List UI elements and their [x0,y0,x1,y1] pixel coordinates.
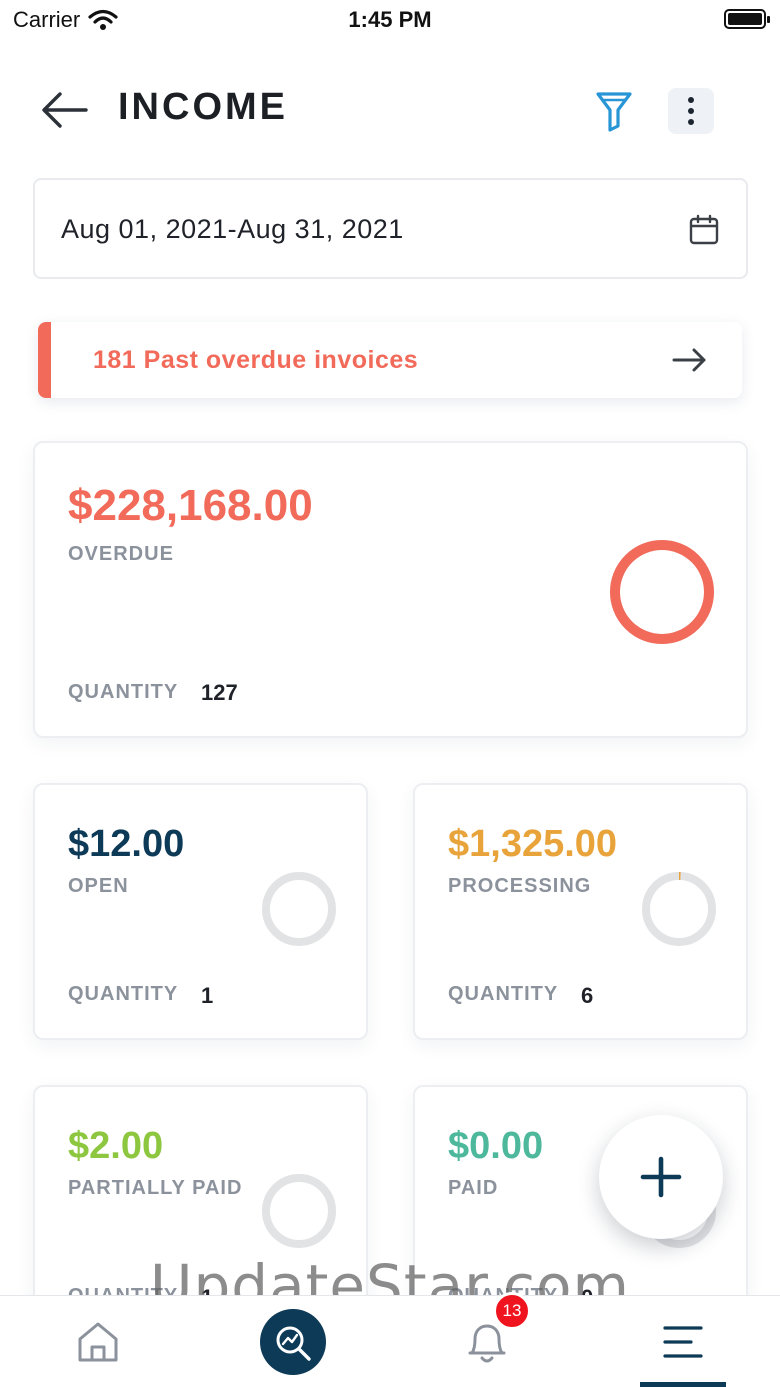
back-button[interactable] [38,88,92,132]
paid-label: PAID [448,1177,499,1199]
page-title: INCOME [118,86,288,128]
open-donut [262,872,336,946]
tab-menu[interactable] [618,1296,748,1387]
overdue-donut [610,540,714,644]
open-quantity-label: QUANTITY [68,983,179,1005]
plus-icon [640,1156,682,1198]
partially-paid-donut-fill [266,1178,332,1244]
processing-donut [642,872,716,946]
arrow-right-icon [672,348,706,372]
overdue-card[interactable]: $228,168.00 OVERDUE QUANTITY 127 [33,441,748,738]
analytics-icon [276,1326,311,1361]
processing-amount: $1,325.00 [448,823,618,865]
back-arrow-icon [42,92,88,128]
add-button[interactable] [599,1115,723,1239]
overdue-quantity-label: QUANTITY [68,681,179,703]
filter-button[interactable] [592,88,636,134]
home-icon [78,1322,118,1362]
more-vertical-icon [688,97,694,103]
analytics-button [260,1309,326,1375]
status-bar: Carrier 1:45 PM [0,0,780,40]
date-range-value: Aug 01, 2021-Aug 31, 2021 [61,214,404,244]
processing-quantity-value: 6 [581,983,594,1008]
overdue-donut-fill [610,540,714,644]
tab-bar: 13 [0,1292,780,1387]
partially-paid-amount: $2.00 [68,1125,164,1167]
tab-home[interactable] [33,1296,163,1387]
date-range-picker[interactable]: Aug 01, 2021-Aug 31, 2021 [33,178,748,279]
more-options-button[interactable] [668,88,714,134]
open-quantity-value: 1 [201,983,214,1008]
paid-amount: $0.00 [448,1125,544,1167]
open-amount: $12.00 [68,823,185,865]
overdue-label: OVERDUE [68,543,174,565]
past-overdue-text: 181 Past overdue invoices [93,346,419,374]
open-card[interactable]: $12.00 OPEN QUANTITY 1 [33,783,368,1040]
clock: 1:45 PM [348,7,432,32]
open-label: OPEN [68,875,129,897]
filter-icon [596,92,632,132]
tab-analytics[interactable] [228,1296,358,1387]
battery-icon [724,9,770,29]
calendar-icon[interactable] [688,214,720,246]
processing-card[interactable]: $1,325.00 PROCESSING QUANTITY 6 [413,783,748,1040]
overdue-quantity-value: 127 [201,680,238,705]
tab-notifications[interactable]: 13 [422,1292,552,1387]
past-overdue-banner[interactable]: 181 Past overdue invoices [38,322,742,398]
partially-paid-donut [262,1174,336,1248]
partially-paid-label: PARTIALLY PAID [68,1177,243,1199]
processing-quantity-label: QUANTITY [448,983,559,1005]
processing-label: PROCESSING [448,875,592,897]
menu-lines-icon [663,1326,703,1358]
overdue-amount: $228,168.00 [68,481,313,530]
banner-accent-bar [38,322,51,398]
notification-badge: 13 [493,1292,531,1330]
active-tab-indicator [640,1382,726,1387]
open-donut-fill [266,876,332,942]
